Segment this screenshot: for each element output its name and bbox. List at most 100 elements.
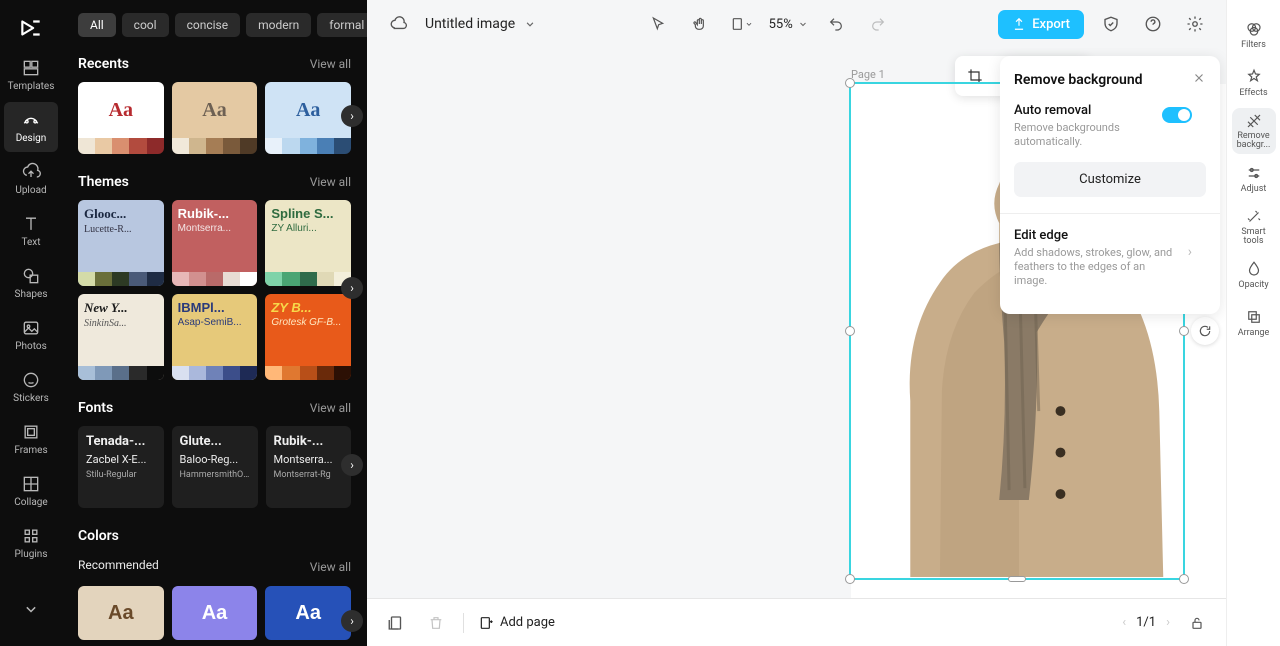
chip-formal[interactable]: formal	[317, 13, 367, 37]
redo-icon[interactable]	[863, 9, 893, 39]
resize-handle-mr[interactable]	[1179, 326, 1189, 336]
theme-card-4[interactable]: IBMPl...Asap-SemiB...	[172, 294, 258, 380]
resize-handle-br[interactable]	[1179, 574, 1189, 584]
rail-frames[interactable]: Frames	[4, 414, 58, 464]
prop-opacity[interactable]: Opacity	[1232, 252, 1276, 298]
font-card-1[interactable]: Glute...Baloo-Reg...HammersmithOn...	[172, 426, 258, 508]
rail-collage-label: Collage	[14, 497, 47, 508]
rail-plugins-label: Plugins	[15, 549, 48, 560]
filter-bar: All cool concise modern formal	[62, 0, 367, 46]
fonts-scroll-right[interactable]: ›	[341, 454, 363, 476]
rail-collage[interactable]: Collage	[4, 466, 58, 516]
themes-viewall[interactable]: View all	[310, 175, 351, 189]
theme-card-1[interactable]: Rubik-...Montserra...	[172, 200, 258, 286]
chip-all[interactable]: All	[78, 13, 116, 37]
pager-text: 1/1	[1136, 615, 1156, 630]
shield-icon[interactable]	[1096, 9, 1126, 39]
chip-concise[interactable]: concise	[175, 13, 241, 37]
rail-templates-label: Templates	[8, 81, 55, 92]
customize-button[interactable]: Customize	[1014, 162, 1206, 197]
recent-card-1[interactable]: Aa	[172, 82, 258, 154]
rail-stickers[interactable]: Stickers	[4, 362, 58, 412]
section-recents: Recents View all AaAaAa ›	[62, 46, 367, 164]
add-page-button[interactable]: Add page	[478, 615, 555, 631]
help-icon[interactable]	[1138, 9, 1168, 39]
rail-frames-label: Frames	[14, 445, 47, 456]
prop-arrange[interactable]: Arrange	[1232, 300, 1276, 346]
color-card-1[interactable]: Aa	[172, 586, 258, 640]
chip-modern[interactable]: modern	[246, 13, 311, 37]
font-card-0[interactable]: Tenada-...Zacbel X-E...Stilu-Regular	[78, 426, 164, 508]
resize-handle-tl[interactable]	[845, 78, 855, 88]
remove-bg-title: Remove background	[1014, 72, 1143, 88]
recents-viewall[interactable]: View all	[310, 57, 351, 71]
rail-plugins[interactable]: Plugins	[4, 518, 58, 568]
rotate-handle[interactable]	[1191, 317, 1219, 345]
rail-design[interactable]: Design	[4, 102, 58, 152]
recents-scroll-right[interactable]: ›	[341, 105, 363, 127]
app-logo[interactable]	[8, 8, 54, 48]
theme-card-3[interactable]: New Y...SinkinSa...	[78, 294, 164, 380]
zoom-value: 55%	[769, 17, 793, 32]
zoom-level[interactable]: 55%	[769, 17, 809, 32]
recent-card-2[interactable]: Aa	[265, 82, 351, 154]
color-card-2[interactable]: Aa	[265, 586, 351, 640]
rail-design-label: Design	[16, 133, 47, 144]
theme-card-0[interactable]: Glooc...Lucette-R...	[78, 200, 164, 286]
pager-next[interactable]: ›	[1166, 615, 1170, 630]
resize-handle-bottom[interactable]	[1008, 576, 1026, 582]
canvas-size-icon[interactable]	[727, 9, 757, 39]
document-title[interactable]: Untitled image	[425, 16, 537, 32]
edit-edge-label: Edit edge	[1014, 228, 1206, 243]
chip-cool[interactable]: cool	[122, 13, 169, 37]
rail-templates[interactable]: Templates	[4, 50, 58, 100]
rail-text[interactable]: Text	[4, 206, 58, 256]
recent-card-0[interactable]: Aa	[78, 82, 164, 154]
lock-icon[interactable]	[1184, 610, 1210, 636]
pages-icon[interactable]	[383, 610, 409, 636]
rail-more[interactable]	[4, 584, 58, 634]
rail-shapes[interactable]: Shapes	[4, 258, 58, 308]
prop-effects[interactable]: Effects	[1232, 60, 1276, 106]
resize-handle-bl[interactable]	[845, 574, 855, 584]
colors-scroll-right[interactable]: ›	[341, 610, 363, 632]
themes-scroll-right[interactable]: ›	[341, 277, 363, 299]
colors-viewall[interactable]: View all	[310, 560, 351, 574]
section-themes: Themes View all Glooc...Lucette-R...Rubi…	[62, 164, 367, 390]
rail-shapes-label: Shapes	[15, 289, 48, 300]
resize-handle-ml[interactable]	[845, 326, 855, 336]
rail-stickers-label: Stickers	[13, 393, 49, 404]
theme-card-2[interactable]: Spline S...ZY Alluri...	[265, 200, 351, 286]
prop-remove-bg[interactable]: Remove backgr...	[1232, 108, 1276, 154]
edit-edge-chevron-icon[interactable]: ›	[1188, 244, 1192, 260]
rail-upload[interactable]: Upload	[4, 154, 58, 204]
hand-tool-icon[interactable]	[685, 9, 715, 39]
prop-adjust[interactable]: Adjust	[1232, 156, 1276, 202]
topbar: Untitled image 55% Export	[367, 0, 1226, 48]
colors-title: Colors	[78, 528, 119, 544]
font-card-2[interactable]: Rubik-...Montserra...Montserrat-Rg	[266, 426, 352, 508]
theme-card-5[interactable]: ZY B...Grotesk GF-B...	[265, 294, 351, 380]
prop-smart-tools[interactable]: Smart tools	[1232, 204, 1276, 250]
cloud-sync-icon[interactable]	[383, 9, 413, 39]
canvas[interactable]: Page 1	[367, 48, 1226, 598]
export-button[interactable]: Export	[998, 10, 1084, 39]
remove-bg-panel: Remove background Auto removal Remove ba…	[1000, 56, 1220, 314]
trash-icon[interactable]	[423, 610, 449, 636]
pager-prev[interactable]: ‹	[1122, 615, 1126, 630]
rail-photos[interactable]: Photos	[4, 310, 58, 360]
close-icon[interactable]	[1192, 70, 1206, 89]
prop-filters[interactable]: Filters	[1232, 12, 1276, 58]
color-card-0[interactable]: Aa	[78, 586, 164, 640]
export-label: Export	[1032, 17, 1070, 32]
pager: ‹ 1/1 ›	[1122, 615, 1170, 630]
design-panel: All cool concise modern formal Recents V…	[62, 0, 367, 646]
pointer-tool-icon[interactable]	[643, 9, 673, 39]
settings-icon[interactable]	[1180, 9, 1210, 39]
undo-icon[interactable]	[821, 9, 851, 39]
rail-text-label: Text	[21, 237, 40, 248]
section-colors: Colors Recommended View all AaAaAa ›	[62, 518, 367, 646]
auto-removal-toggle[interactable]	[1162, 107, 1192, 123]
fonts-viewall[interactable]: View all	[310, 401, 351, 415]
recents-title: Recents	[78, 56, 129, 72]
